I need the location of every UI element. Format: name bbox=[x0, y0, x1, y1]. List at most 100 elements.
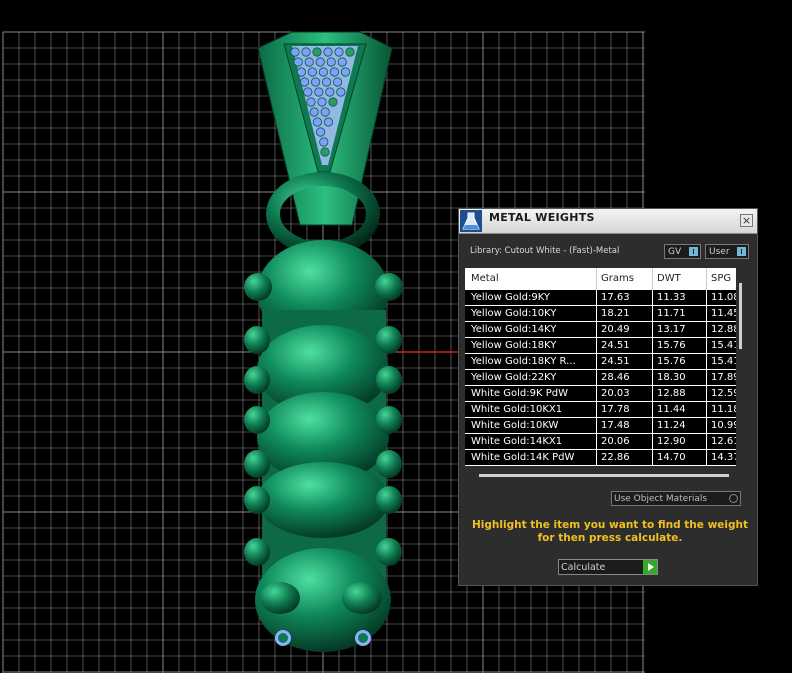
metal-cell: Yellow Gold:14KY bbox=[471, 324, 557, 335]
gem-stone bbox=[332, 77, 343, 87]
metal-flask-icon bbox=[460, 210, 482, 232]
grams-cell: 22.86 bbox=[601, 452, 630, 463]
body-side-bump bbox=[376, 326, 402, 354]
body-side-bump bbox=[244, 486, 270, 514]
panel-titlebar[interactable]: METAL WEIGHTS × bbox=[459, 209, 757, 234]
gem-stone bbox=[299, 77, 310, 87]
dwt-cell: 13.17 bbox=[657, 324, 686, 335]
instructions-text: Highlight the item you want to find the … bbox=[472, 519, 748, 544]
dwt-cell: 15.76 bbox=[657, 356, 686, 367]
gem-stone bbox=[319, 137, 329, 147]
spg-cell: 12.61 bbox=[711, 436, 736, 447]
gem-stone bbox=[290, 47, 300, 57]
column-header-metal[interactable]: Metal bbox=[471, 273, 499, 284]
table-row[interactable]: Yellow Gold:18KY 24.51 15.76 15.41 bbox=[465, 338, 736, 354]
spg-cell: 12.59 bbox=[711, 388, 736, 399]
gem-stone bbox=[301, 47, 311, 57]
table-row[interactable]: White Gold:9K PdW 20.03 12.88 12.59 bbox=[465, 386, 736, 402]
gem-stone bbox=[345, 47, 355, 57]
user-toggle[interactable]: User bbox=[705, 244, 749, 259]
gem-stone bbox=[312, 47, 322, 57]
gem-stone bbox=[306, 97, 316, 107]
vertical-scrollbar[interactable] bbox=[739, 283, 742, 349]
metal-weights-panel: METAL WEIGHTS × Library: Cutout White - … bbox=[458, 208, 758, 586]
gem-stone bbox=[320, 147, 330, 157]
gem-stone bbox=[321, 77, 332, 87]
metal-cell: White Gold:9K PdW bbox=[471, 388, 568, 399]
use-object-materials-option[interactable]: Use Object Materials bbox=[611, 491, 741, 506]
gem-stone bbox=[314, 87, 324, 97]
spg-cell: 10.99 bbox=[711, 420, 736, 431]
grams-cell: 24.51 bbox=[601, 356, 630, 367]
dwt-cell: 11.24 bbox=[657, 420, 686, 431]
table-row[interactable]: Yellow Gold:18KY R... 24.51 15.76 15.41 bbox=[465, 354, 736, 370]
horizontal-scrollbar[interactable] bbox=[479, 474, 729, 477]
radio-icon bbox=[729, 494, 738, 503]
spg-cell: 15.41 bbox=[711, 356, 736, 367]
table-row[interactable]: Yellow Gold:22KY 28.46 18.30 17.89 bbox=[465, 370, 736, 386]
user-toggle-label: User bbox=[709, 247, 730, 257]
gem-stone bbox=[315, 57, 325, 67]
gem-stone bbox=[337, 57, 347, 67]
gem-stone bbox=[326, 57, 336, 67]
dwt-cell: 12.88 bbox=[657, 388, 686, 399]
column-header-grams[interactable]: Grams bbox=[601, 273, 634, 284]
gem-stone bbox=[340, 67, 350, 77]
close-icon[interactable]: × bbox=[740, 214, 753, 227]
gem-stone bbox=[310, 77, 321, 87]
metal-cell: White Gold:10KW bbox=[471, 420, 559, 431]
table-row[interactable]: White Gold:14KX1 20.06 12.90 12.61 bbox=[465, 434, 736, 450]
gem-stone bbox=[320, 107, 330, 117]
library-label: Library: Cutout White - (Fast)-Metal bbox=[470, 246, 620, 256]
toggle-switch-icon bbox=[737, 247, 746, 256]
table-row[interactable]: White Gold:10KW 17.48 11.24 10.99 bbox=[465, 418, 736, 434]
eye-gem-setting bbox=[278, 633, 288, 643]
body-side-bump bbox=[376, 450, 402, 478]
gem-stone bbox=[329, 67, 339, 77]
gem-stone bbox=[296, 67, 306, 77]
gem-stone bbox=[309, 107, 319, 117]
spg-cell: 11.18 bbox=[711, 404, 736, 415]
table-row[interactable]: Yellow Gold:14KY 20.49 13.17 12.88 bbox=[465, 322, 736, 338]
body-side-bump bbox=[244, 450, 270, 478]
metal-cell: Yellow Gold:22KY bbox=[471, 372, 557, 383]
gem-stone bbox=[303, 87, 313, 97]
calculate-button[interactable]: Calculate bbox=[558, 559, 658, 575]
column-header-spg[interactable]: SPG bbox=[711, 273, 731, 284]
gv-toggle[interactable]: GV bbox=[664, 244, 701, 259]
body-side-bump bbox=[244, 273, 272, 301]
table-row[interactable]: Yellow Gold:9KY 17.63 11.33 11.08 bbox=[465, 290, 736, 306]
grams-cell: 17.78 bbox=[601, 404, 630, 415]
gem-stone bbox=[323, 117, 333, 127]
body-side-bump bbox=[375, 273, 403, 301]
gv-toggle-label: GV bbox=[668, 247, 682, 257]
gem-stone bbox=[334, 47, 344, 57]
dwt-cell: 18.30 bbox=[657, 372, 686, 383]
grams-cell: 17.63 bbox=[601, 292, 630, 303]
gem-stone bbox=[328, 97, 338, 107]
column-header-dwt[interactable]: DWT bbox=[657, 273, 681, 284]
table-body: Yellow Gold:9KY17.6311.3311.08Yellow Gol… bbox=[465, 290, 736, 466]
dwt-cell: 14.70 bbox=[657, 452, 686, 463]
grams-cell: 28.46 bbox=[601, 372, 630, 383]
gem-stone bbox=[293, 57, 303, 67]
metal-cell: White Gold:14K PdW bbox=[471, 452, 575, 463]
gem-stone bbox=[325, 87, 335, 97]
gem-stone bbox=[317, 97, 327, 107]
use-object-materials-label: Use Object Materials bbox=[614, 494, 708, 504]
dwt-cell: 12.90 bbox=[657, 436, 686, 447]
spg-cell: 11.08 bbox=[711, 292, 736, 303]
grams-cell: 18.21 bbox=[601, 308, 630, 319]
metal-cell: Yellow Gold:18KY R... bbox=[471, 356, 576, 367]
table-row[interactable]: Yellow Gold:10KY 18.21 11.71 11.45 bbox=[465, 306, 736, 322]
dwt-cell: 15.76 bbox=[657, 340, 686, 351]
table-row[interactable]: White Gold:10KX1 17.78 11.44 11.18 bbox=[465, 402, 736, 418]
body-side-bump bbox=[244, 406, 270, 434]
spg-cell: 11.45 bbox=[711, 308, 736, 319]
metal-weights-table: Metal Grams DWT SPG Yellow Gold:9KY 17.63… bbox=[465, 268, 736, 466]
gem-stone bbox=[307, 67, 317, 77]
table-row[interactable]: White Gold:14K PdW 22.86 14.70 14.37 bbox=[465, 450, 736, 466]
eye-gem-setting bbox=[358, 633, 368, 643]
spg-cell: 15.41 bbox=[711, 340, 736, 351]
table-header: Metal Grams DWT SPG bbox=[465, 268, 736, 291]
